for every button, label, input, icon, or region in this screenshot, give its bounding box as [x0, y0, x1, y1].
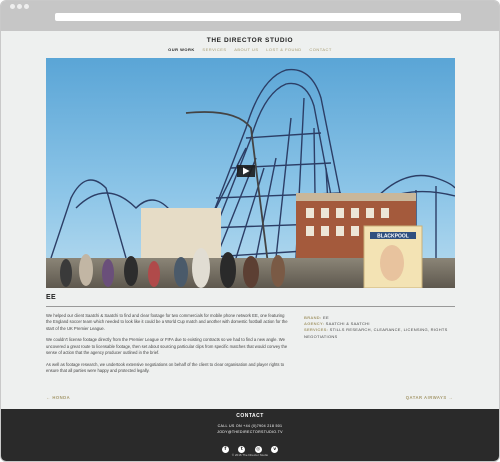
meta-agency-value: SAATCHI & SAATCHI: [325, 321, 370, 327]
prev-project-link[interactable]: ← HONDA: [46, 395, 70, 400]
nav-item-services[interactable]: SERVICES: [202, 47, 226, 52]
poster-sign-text: BLACKPOOL: [377, 234, 409, 240]
twitter-glyph: t: [240, 447, 243, 452]
vimeo-glyph: v: [273, 447, 277, 452]
footer-email[interactable]: JODY@THEDIRECTORSTUDIO.TV: [1, 430, 499, 434]
description-paragraph: We helped our client Saatchi & Saatchi t…: [46, 313, 288, 331]
browser-window: THE DIRECTOR STUDIO OUR WORK SERVICES AB…: [0, 0, 500, 462]
description-paragraph: We couldn't license footage directly fro…: [46, 337, 288, 355]
hero-video[interactable]: BLACKPOOL: [46, 58, 455, 288]
next-project-link[interactable]: QATAR AIRWAYS →: [406, 395, 453, 400]
facebook-glyph: f: [224, 447, 227, 452]
project-description: We helped our client Saatchi & Saatchi t…: [46, 313, 291, 380]
meta-brand-value: EE: [323, 315, 329, 320]
footer-title: CONTACT: [236, 413, 264, 419]
instagram-icon[interactable]: ◎: [254, 446, 262, 453]
window-close-dot[interactable]: [10, 4, 15, 9]
meta-services-label: SERVICES:: [304, 327, 329, 333]
window-minimize-dot[interactable]: [17, 4, 22, 9]
address-bar[interactable]: [55, 13, 461, 21]
project-title: EE: [46, 294, 56, 301]
nav-item-our-work[interactable]: OUR WORK: [168, 47, 195, 52]
title-divider: [46, 306, 455, 307]
nav-item-lost-found[interactable]: LOST & FOUND: [266, 47, 302, 52]
footer: CONTACT CALL US ON +44 (0)7904 218 501 J…: [1, 409, 499, 461]
browser-chrome: [1, 1, 499, 31]
page: THE DIRECTOR STUDIO OUR WORK SERVICES AB…: [1, 31, 499, 461]
footer-copyright: © 2016 The Director Studio: [231, 453, 269, 457]
play-icon[interactable]: [237, 165, 255, 177]
nav-item-contact[interactable]: CONTACT: [309, 47, 332, 52]
window-maximize-dot[interactable]: [24, 4, 29, 9]
site-title[interactable]: THE DIRECTOR STUDIO: [1, 37, 499, 44]
project-meta: BRAND: EE AGENCY: SAATCHI & SAATCHI SERV…: [304, 315, 454, 340]
twitter-icon[interactable]: t: [238, 446, 246, 453]
description-paragraph: As well as footage research, we undertoo…: [46, 361, 285, 374]
instagram-glyph: ◎: [256, 447, 261, 452]
meta-agency-label: AGENCY:: [304, 321, 325, 327]
meta-brand-label: BRAND:: [304, 315, 322, 320]
main-nav: OUR WORK SERVICES ABOUT US LOST & FOUND …: [1, 47, 499, 52]
nav-item-about-us[interactable]: ABOUT US: [234, 47, 258, 52]
vimeo-icon[interactable]: v: [271, 446, 279, 453]
footer-phone[interactable]: CALL US ON +44 (0)7904 218 501: [1, 424, 499, 428]
facebook-icon[interactable]: f: [221, 446, 229, 453]
meta-services: SERVICES: STILLS RESEARCH, CLEARANCE, LI…: [304, 327, 454, 339]
